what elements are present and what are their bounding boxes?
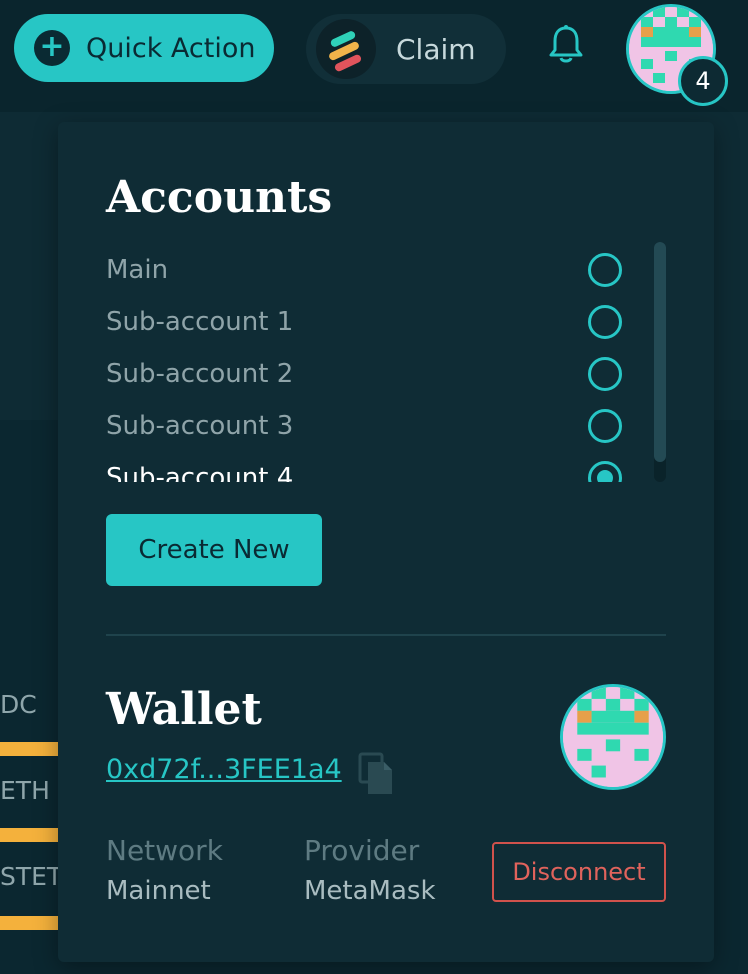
asset-label-eth: ETH xyxy=(0,776,50,805)
account-item-label: Main xyxy=(106,255,169,285)
network-label: Network xyxy=(106,834,223,867)
disconnect-button[interactable]: Disconnect xyxy=(492,842,666,902)
claim-button[interactable]: Claim xyxy=(306,14,506,84)
radio-button[interactable] xyxy=(588,357,622,391)
copy-icon[interactable] xyxy=(356,752,396,796)
provider-label: Provider xyxy=(304,834,420,867)
bell-icon[interactable] xyxy=(548,24,584,64)
asset-label-dc: DC xyxy=(0,690,37,719)
wallet-title: Wallet xyxy=(106,684,262,735)
account-item-sub-4[interactable]: Sub-account 4 xyxy=(106,452,636,482)
wallet-avatar xyxy=(560,684,666,790)
divider xyxy=(106,634,666,636)
wallet-address-link[interactable]: 0xd72f...3FEE1a4 xyxy=(106,754,342,785)
accounts-scrollbar[interactable] xyxy=(654,242,666,482)
plus-icon: + xyxy=(34,30,70,66)
network-value: Mainnet xyxy=(106,876,211,906)
account-item-label: Sub-account 3 xyxy=(106,411,294,441)
scrollbar-thumb[interactable] xyxy=(654,242,666,462)
radio-button[interactable] xyxy=(588,253,622,287)
account-item-label: Sub-account 4 xyxy=(106,463,294,482)
claim-label: Claim xyxy=(396,32,476,66)
account-item-sub-1[interactable]: Sub-account 1 xyxy=(106,296,636,348)
account-item-main[interactable]: Main xyxy=(106,244,636,296)
radio-button[interactable] xyxy=(588,409,622,443)
account-item-label: Sub-account 1 xyxy=(106,307,294,337)
account-dropdown-panel: Accounts Main Sub-account 1 Sub-account … xyxy=(58,122,714,962)
account-item-label: Sub-account 2 xyxy=(106,359,294,389)
asset-bar xyxy=(0,828,60,842)
quick-action-label: Quick Action xyxy=(86,32,256,64)
create-new-account-button[interactable]: Create New xyxy=(106,514,322,586)
accounts-title: Accounts xyxy=(106,172,333,223)
provider-value: MetaMask xyxy=(304,876,436,906)
notification-count-badge: 4 xyxy=(678,56,728,106)
account-item-sub-2[interactable]: Sub-account 2 xyxy=(106,348,636,400)
radio-button[interactable] xyxy=(588,305,622,339)
claim-logo-icon xyxy=(316,19,376,79)
account-item-sub-3[interactable]: Sub-account 3 xyxy=(106,400,636,452)
asset-bar xyxy=(0,742,60,756)
quick-action-button[interactable]: + Quick Action xyxy=(14,14,274,82)
asset-bar xyxy=(0,916,60,930)
radio-button-selected[interactable] xyxy=(588,461,622,482)
accounts-list: Main Sub-account 1 Sub-account 2 Sub-acc… xyxy=(106,244,636,482)
